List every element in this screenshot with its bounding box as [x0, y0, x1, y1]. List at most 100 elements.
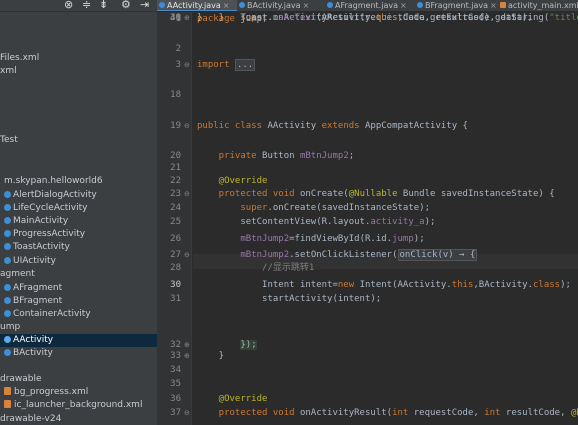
fold-marker-icon[interactable]: ⊖ [184, 407, 190, 420]
tree-item-files-xml[interactable]: Files.xml [0, 52, 157, 65]
code-line[interactable]: Toast.makeText(AActivity.this,data.getEx… [197, 12, 578, 25]
class-icon [4, 336, 11, 343]
class-icon [4, 230, 11, 237]
tab-aactivity-java[interactable]: AActivity.java × [157, 0, 237, 11]
code-line[interactable]: private Button mBtnJump2; [197, 150, 355, 163]
line-number: 41 [170, 13, 181, 23]
tab-activity-main-xml[interactable]: activity_main.xml× [498, 0, 578, 11]
code-token: //显示跳转1 [197, 263, 315, 273]
tree-item-alertdialogactivity[interactable]: AlertDialogActivity [0, 189, 157, 202]
tree-item-containeractivity[interactable]: ContainerActivity [0, 308, 157, 321]
folded-code-region[interactable]: onClick(v) → { [397, 249, 478, 261]
line-number: 37 [170, 408, 181, 418]
tab-label: AFragment.java [335, 1, 398, 10]
tree-item-bfragment[interactable]: BFragment [0, 295, 157, 308]
fold-marker-icon[interactable]: ⊕ [184, 12, 190, 25]
code-line[interactable]: setContentView(R.layout.activity_a); [197, 216, 435, 229]
code-token: } [197, 351, 225, 361]
tree-item-afragment[interactable]: AFragment [0, 282, 157, 295]
class-icon [4, 297, 11, 304]
tree-item-lifecycleactivity[interactable]: LifeCycleActivity [0, 202, 157, 215]
code-token: onCreate( [299, 189, 349, 199]
tree-item-bactivity[interactable]: BActivity [0, 347, 157, 360]
code-line[interactable]: startActivity(intent); [197, 293, 381, 306]
tree-item-xml[interactable]: xml [0, 65, 157, 78]
tree-item-ump[interactable]: ump [0, 321, 157, 334]
hide-icon[interactable]: ⇥ [140, 0, 149, 11]
close-icon[interactable]: × [223, 1, 230, 10]
close-icon[interactable]: × [490, 1, 497, 10]
code-token: public class [197, 121, 268, 131]
code-token: ); [413, 234, 425, 244]
gear-icon[interactable]: ⚙ [121, 0, 131, 11]
code-token: makeText [272, 13, 317, 23]
code-editor[interactable]: package jump; import ... public class AAct… [193, 12, 578, 425]
fold-marker-icon[interactable]: ⊖ [184, 59, 190, 72]
code-line[interactable]: } [197, 12, 202, 25]
tree-item-ic-launcher-background-xml[interactable]: ic_launcher_background.xml [0, 399, 157, 412]
fold-marker-icon[interactable]: ⊖ [184, 120, 190, 133]
code-line[interactable]: public class AActivity extends AppCompat… [197, 120, 468, 133]
code-line[interactable]: import ... [197, 59, 256, 72]
code-token: setContentView(R.layout. [197, 217, 371, 227]
tree-item-toastactivity[interactable]: ToastActivity [0, 241, 157, 254]
code-token: this [375, 13, 398, 23]
line-number: 24 [170, 203, 181, 213]
tree-item-drawable[interactable]: drawable [0, 373, 157, 386]
close-icon[interactable]: × [400, 1, 407, 10]
code-line[interactable]: Intent intent=new Intent(AActivity.this,… [197, 279, 571, 292]
code-token: onActivityResult( [299, 408, 393, 418]
line-number: 3 [175, 60, 181, 70]
tree-item-mainactivity[interactable]: MainActivity [0, 215, 157, 228]
class-icon [4, 257, 11, 264]
close-icon[interactable]: × [303, 1, 310, 10]
tree-item-progressactivity[interactable]: ProgressActivity [0, 228, 157, 241]
code-token: jump [392, 234, 414, 244]
tree-item-agment[interactable]: agment [0, 268, 157, 281]
code-token: Button [262, 151, 300, 161]
code-line[interactable]: protected void onCreate(@Nullable Bundle… [197, 188, 555, 201]
tab-bfragment-java[interactable]: BFragment.java × [415, 0, 497, 11]
code-line[interactable]: @Override [197, 393, 268, 406]
tree-item-label: LifeCycleActivity [13, 203, 88, 213]
code-line[interactable]: } [197, 350, 224, 363]
tree-item-drawable-v24[interactable]: drawable-v24 [0, 413, 157, 425]
tree-item-uiactivity[interactable]: UIActivity [0, 255, 157, 268]
code-token: AppCompatActivity { [365, 121, 468, 131]
code-line[interactable]: mBtnJump2=findViewById(R.id.jump); [197, 233, 425, 246]
class-icon [417, 2, 423, 8]
code-token: ,data.getExtras().getString( [397, 13, 550, 23]
line-number: 22 [170, 176, 181, 186]
tree-item-label: drawable-v24 [0, 414, 62, 424]
line-number: 34 [170, 365, 181, 375]
code-token: requestCode, [413, 408, 485, 418]
tree-item-label: agment [0, 269, 35, 279]
code-line[interactable]: //显示跳转1 [197, 262, 314, 275]
tab-label: BActivity.java [247, 1, 301, 10]
code-line[interactable]: protected void onActivityResult(int requ… [197, 407, 578, 420]
line-number: 33 [170, 351, 181, 361]
code-line[interactable]: @Override [197, 175, 268, 188]
code-line[interactable]: super.onCreate(savedInstanceState); [197, 202, 430, 215]
tree-item-m-skypan-helloworld6[interactable]: m.skypan.helloworld6 [0, 175, 157, 188]
tab-bactivity-java[interactable]: BActivity.java × [237, 0, 323, 11]
tree-item-bg-progress-xml[interactable]: bg_progress.xml [0, 386, 157, 399]
fold-marker-icon[interactable]: ⊕ [184, 350, 190, 363]
line-number: 30 [170, 280, 181, 290]
tab-label: BFragment.java [425, 1, 489, 10]
locate-icon[interactable]: ⊗ [64, 0, 73, 11]
collapse-all-icon[interactable]: ≑ [82, 0, 91, 11]
line-number: 27 [170, 250, 181, 260]
tree-item-label: AActivity [13, 335, 54, 345]
code-line[interactable]: mBtnJump2.setOnClickListener(onClick(v) … [197, 249, 478, 262]
tree-item-aactivity[interactable]: AActivity [0, 334, 157, 347]
tab-label: AActivity.java [167, 1, 221, 10]
expand-all-icon[interactable]: ⇟ [99, 0, 108, 11]
line-number: 35 [170, 379, 181, 389]
editor-tab-bar: AActivity.java × BActivity.java × AFragment.… [157, 0, 578, 12]
tab-afragment-java[interactable]: AFragment.java × [325, 0, 413, 11]
fold-marker-icon[interactable]: ⊖ [184, 188, 190, 201]
tree-item-test[interactable]: Test [0, 134, 157, 147]
folded-code-region[interactable]: ... [234, 59, 256, 71]
fold-marker-icon[interactable]: ⊖ [184, 249, 190, 262]
